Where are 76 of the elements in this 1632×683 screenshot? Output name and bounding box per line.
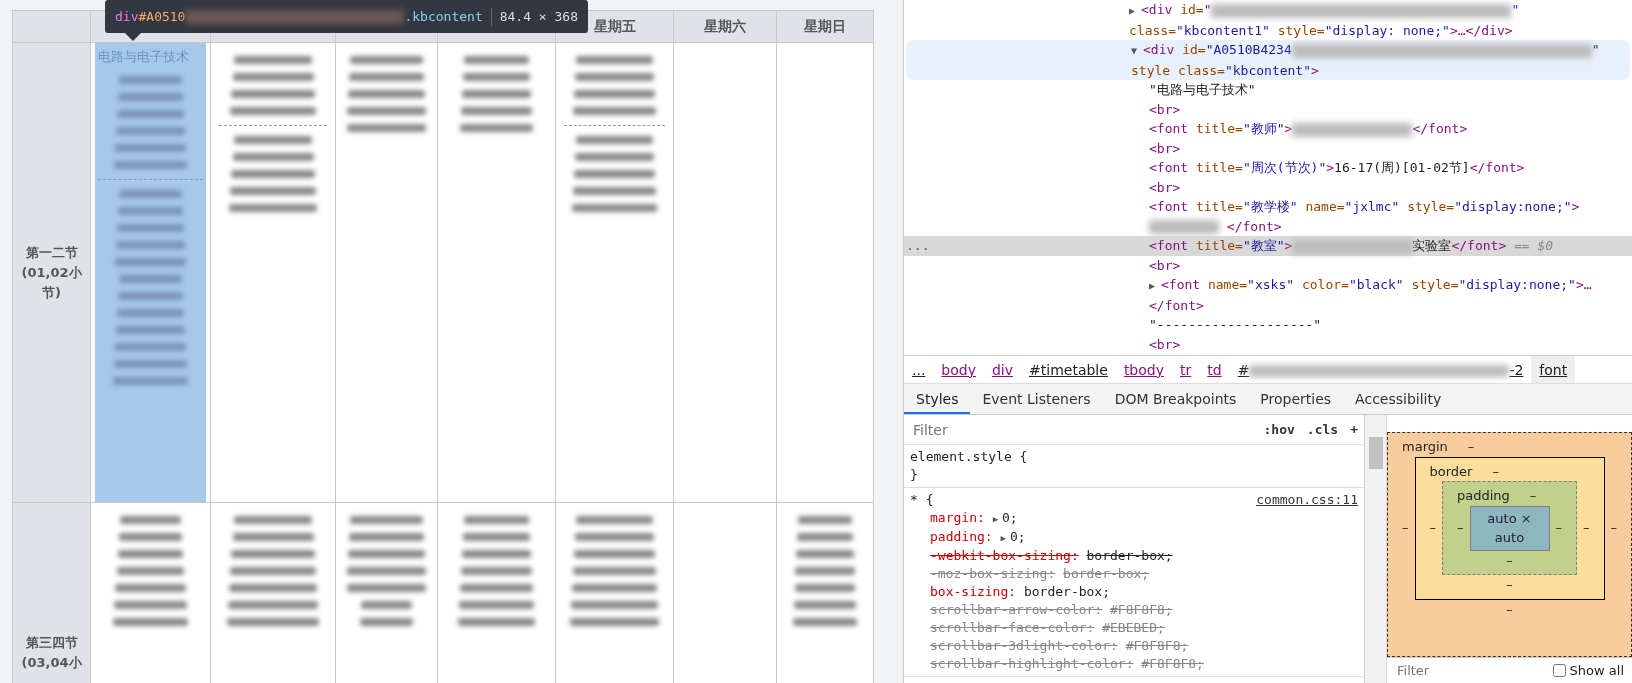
css-brace: } (910, 466, 919, 484)
filter-field[interactable]: Filter (1395, 659, 1495, 682)
dom-node[interactable]: <br> (904, 334, 1632, 354)
class-label: .kbcontent (404, 7, 483, 26)
css-declaration: margin: ▶ 0; (929, 509, 1019, 527)
box-label: padding (1457, 487, 1510, 505)
box-value: – (1505, 551, 1514, 570)
panel-tab[interactable]: Properties (1248, 384, 1344, 414)
breadcrumb-link[interactable]: ... (904, 355, 934, 384)
dom-node[interactable]: ▶ <div id=" " class="kbcontent1" style="display: none;">…</div> (904, 0, 1632, 40)
dom-node[interactable]: <br> (904, 138, 1632, 158)
css-declaration: box-sizing: border-box; (929, 583, 1111, 601)
show-all-checkbox[interactable] (1552, 664, 1566, 677)
breadcrumb-link[interactable]: div (984, 355, 1022, 384)
breadcrumb-link[interactable]: tbody (1115, 355, 1172, 384)
redacted-block (1149, 220, 1219, 234)
css-declaration: -webkit-box-sizing: border-box; (929, 547, 1174, 565)
dom-node[interactable]: ... <font title="教室"> 实验室</font> == $0 (904, 236, 1632, 256)
dom-node[interactable]: <br> (904, 255, 1632, 275)
element-label: div#A0510 (115, 7, 186, 26)
box-value: – (1529, 487, 1537, 505)
box-value: – (1583, 519, 1590, 538)
dom-node[interactable]: ▶ <font name="xsks" color="black" style="display:none;">…</font> (904, 275, 1632, 315)
source-link[interactable]: common.css:11 (1256, 491, 1358, 509)
dom-node[interactable]: "--------------------" (904, 315, 1632, 335)
box-value: – (1505, 576, 1514, 594)
box-value: – (1610, 519, 1617, 538)
content-box: auto × auto (1469, 505, 1550, 551)
box-value: – (1505, 600, 1514, 619)
breadcrumb-link[interactable]: body (933, 355, 984, 384)
breadcrumb-link[interactable]: td (1199, 355, 1230, 384)
css-declaration: scrollbar-highlight-color: #F8F8F8; (929, 655, 1205, 673)
dom-node[interactable]: <br> (904, 177, 1632, 197)
box-value: – (1555, 519, 1562, 538)
css-selector: * { (910, 492, 934, 507)
breadcrumb-link[interactable]: # -2 (1229, 355, 1532, 384)
scrollbar[interactable] (1365, 415, 1387, 683)
box-value: – (1467, 438, 1475, 456)
panel-tab[interactable]: Styles (904, 384, 971, 414)
breadcrumb-link[interactable]: font (1531, 355, 1576, 384)
panel-tab[interactable]: Event Listeners (970, 384, 1103, 414)
dom-node[interactable]: "电路与电子技术" (904, 80, 1632, 100)
disclosure-triangle-icon[interactable]: ▶ (1129, 1, 1141, 21)
toolbar-button[interactable]: + (1344, 419, 1364, 440)
dom-node[interactable]: <font title="教师"> </font> (904, 119, 1632, 139)
dom-node[interactable]: <br> (904, 99, 1632, 119)
panel-tab[interactable]: Accessibility (1343, 384, 1454, 414)
course-title: 电路与电子技术 (98, 48, 190, 66)
box-value: – (1492, 462, 1499, 481)
column-header: 星期六 (673, 10, 777, 43)
css-declaration: scrollbar-face-color: #EBEBED; (929, 619, 1166, 637)
panel-tab[interactable]: DOM Breakpoints (1102, 384, 1249, 414)
css-declaration: padding: ▶ 0; (929, 528, 1027, 546)
box-value: – (1402, 519, 1409, 538)
css-declaration: scrollbar-3dlight-color: #F8F8F8; (929, 637, 1190, 655)
dom-node[interactable]: <font title="教学楼" name="jxlmc" style="display:none;"> </font> (904, 197, 1632, 236)
period-label: 第三四节 (03,04小 (20, 633, 83, 672)
column-header: 星期日 (776, 10, 874, 43)
show-all-label: Show all (1569, 661, 1624, 680)
css-declaration: scrollbar-arrow-color: #F8F8F8; (929, 601, 1174, 619)
css-declaration: -moz-box-sizing: border-box; (929, 565, 1151, 583)
toolbar-button[interactable]: :hov (1257, 419, 1301, 440)
disclosure-triangle-icon[interactable]: ▶ (1149, 276, 1161, 296)
box-value: – (1429, 519, 1436, 538)
dom-node[interactable]: <font title="周次(节次)">16-17(周)[01-02节]</font> (904, 158, 1632, 178)
breadcrumb-link[interactable]: tr (1172, 355, 1200, 384)
more-icon[interactable]: ... (906, 236, 930, 256)
period-label: 第一二节 (01,02小节) (20, 243, 83, 302)
toolbar-button[interactable]: .cls (1300, 419, 1345, 440)
box-value: – (1457, 519, 1464, 538)
box-label: border (1429, 462, 1473, 481)
breadcrumb-link[interactable]: #timetable (1021, 355, 1116, 384)
css-selector: element.style { (910, 449, 1028, 464)
disclosure-triangle-icon[interactable]: ▼ (1131, 41, 1143, 61)
box-label: margin (1402, 438, 1448, 456)
dom-node[interactable]: ▼ <div id="A0510B4234 " style class="kbcontent"> (906, 40, 1630, 80)
